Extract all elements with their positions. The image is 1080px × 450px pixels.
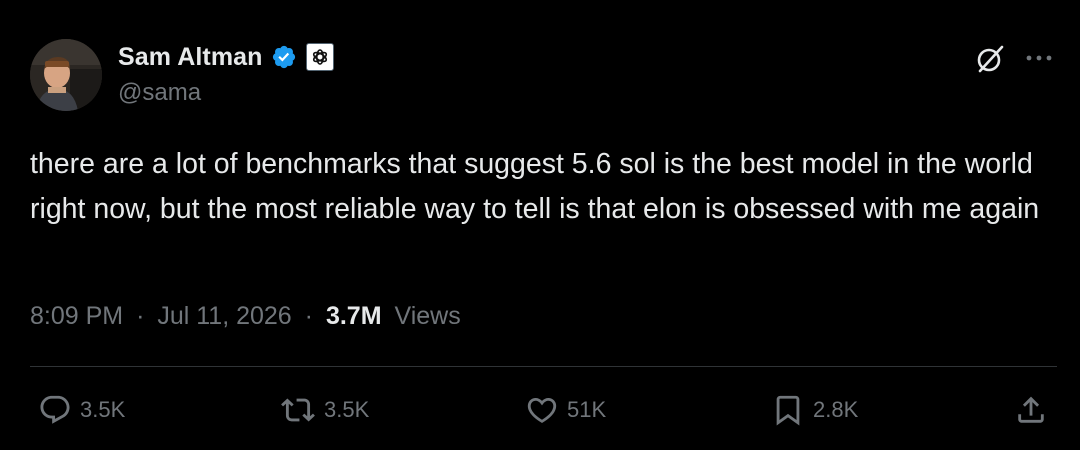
repost-button[interactable]: 3.5K [280,392,369,428]
heart-icon [525,393,559,427]
repost-icon [280,393,316,427]
avatar[interactable] [30,39,102,111]
divider [30,366,1057,367]
more-horizontal-icon[interactable] [1024,48,1054,68]
bookmark-icon [771,393,805,427]
tweet-text: there are a lot of benchmarks that sugge… [30,148,1040,225]
like-button[interactable]: 51K [525,392,606,428]
reply-count: 3.5K [80,397,126,422]
tweet-meta: 8:09 PM · Jul 11, 2026 · 3.7M Views [30,302,461,331]
bookmark-count: 2.8K [813,397,859,422]
meta-separator: · [304,302,313,330]
reply-button[interactable]: 3.5K [38,392,125,428]
tweet-card: Sam Altman @sama there are a lot of benc… [0,0,1080,450]
repost-count: 3.5K [324,397,370,422]
reply-icon [38,393,72,427]
tweet-date[interactable]: Jul 11, 2026 [157,302,291,330]
views-count[interactable]: 3.7M [326,302,382,330]
meta-separator: · [136,302,145,330]
like-count: 51K [567,397,607,422]
display-name[interactable]: Sam Altman [118,43,263,72]
share-button[interactable] [1014,392,1048,428]
author-name-row: Sam Altman [118,40,334,74]
share-icon [1014,393,1048,427]
tweet-time[interactable]: 8:09 PM [30,302,123,330]
views-label: Views [394,302,461,330]
grok-icon[interactable] [975,44,1005,74]
verified-check-icon[interactable] [271,44,297,70]
author-handle[interactable]: @sama [118,79,201,107]
openai-logo-icon[interactable] [305,43,334,71]
bookmark-button[interactable]: 2.8K [771,392,858,428]
